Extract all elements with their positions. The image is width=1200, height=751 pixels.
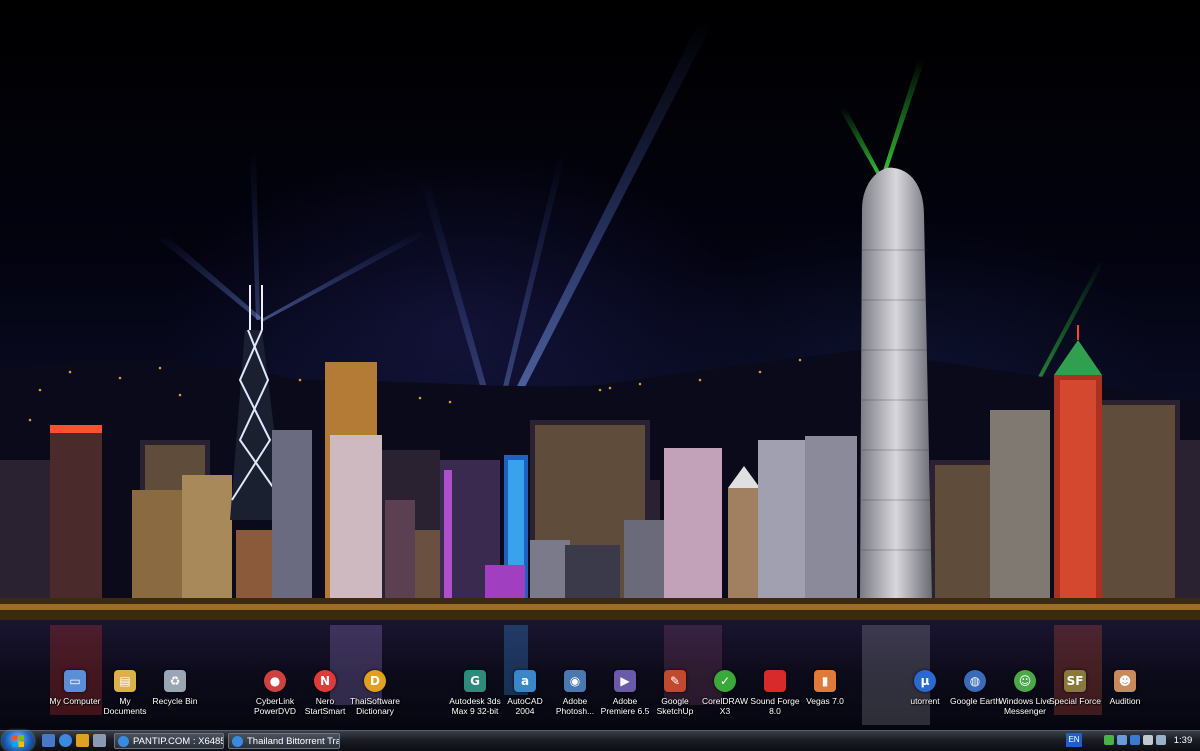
desktop-icon-thaisoftware-dictionary[interactable]: D ThaiSoftware Dictionary [341, 670, 409, 716]
recycle-bin-icon: ♻ [164, 670, 186, 692]
desktop-icon-label: AutoCAD 2004 [507, 696, 543, 716]
desktop-icon-label: utorrent [910, 696, 940, 706]
sound-forge-icon [764, 670, 786, 692]
dictionary-icon: D [364, 670, 386, 692]
desktop-icon-label: ThaiSoftware Dictionary [349, 696, 401, 716]
folder-icon: ▤ [114, 670, 136, 692]
task-label: Thailand Bittorrent Tra... [247, 736, 340, 747]
audition-icon: ☻ [1114, 670, 1136, 692]
desktop-icon-label: Google SketchUp [656, 696, 694, 716]
desktop-wallpaper [0, 0, 1200, 730]
network-icon[interactable] [1104, 735, 1114, 745]
task-label: PANTIP.COM : X6485... [133, 736, 224, 747]
safely-remove-icon[interactable] [1156, 735, 1166, 745]
desktop-icon-label: CyberLink PowerDVD [253, 696, 297, 716]
vegas-icon: ▮ [814, 670, 836, 692]
internet-explorer-icon[interactable] [59, 734, 72, 747]
computer-icon: ▭ [64, 670, 86, 692]
utorrent-icon: µ [914, 670, 936, 692]
antivirus-icon[interactable] [1117, 735, 1127, 745]
messenger-icon: ☺ [1014, 670, 1036, 692]
windows-logo-icon [12, 735, 24, 747]
volume-icon[interactable] [1143, 735, 1153, 745]
winamp-icon[interactable] [76, 734, 89, 747]
language-indicator[interactable]: EN [1066, 733, 1082, 747]
autocad-icon: a [514, 670, 536, 692]
desktop-icon-label: Nero StartSmart [304, 696, 346, 716]
desktop-icon-vegas-7[interactable]: ▮ Vegas 7.0 [791, 670, 859, 706]
show-desktop-icon[interactable] [42, 734, 55, 747]
powerdvd-icon: ● [264, 670, 286, 692]
sketchup-icon: ✎ [664, 670, 686, 692]
bluetooth-icon[interactable] [1130, 735, 1140, 745]
internet-explorer-icon [118, 736, 129, 747]
3ds-max-icon: G [464, 670, 486, 692]
desktop-icon-label: Vegas 7.0 [806, 696, 844, 706]
nero-icon: N [314, 670, 336, 692]
hong-kong-skyline-image [0, 20, 1200, 730]
google-earth-icon: ◍ [964, 670, 986, 692]
desktop-icon-label: Adobe Photosh... [555, 696, 595, 716]
media-player-icon[interactable] [93, 734, 106, 747]
clock[interactable]: 1:39 [1168, 731, 1198, 751]
desktop-icon-label: Recycle Bin [152, 696, 198, 706]
desktop-icon-label: Audition [1109, 696, 1141, 706]
coreldraw-icon: ✓ [714, 670, 736, 692]
premiere-icon: ▶ [614, 670, 636, 692]
start-button[interactable] [2, 731, 34, 751]
photoshop-icon: ◉ [564, 670, 586, 692]
desktop-icon-recycle-bin[interactable]: ♻ Recycle Bin [141, 670, 209, 706]
task-pantip[interactable]: PANTIP.COM : X6485... [114, 733, 224, 749]
desktop-icon-audition[interactable]: ☻ Audition [1091, 670, 1159, 706]
task-thailand-bittorrent[interactable]: Thailand Bittorrent Tra... [228, 733, 340, 749]
internet-explorer-icon [232, 736, 243, 747]
taskbar: PANTIP.COM : X6485... Thailand Bittorren… [0, 730, 1200, 751]
special-force-icon: SF [1064, 670, 1086, 692]
